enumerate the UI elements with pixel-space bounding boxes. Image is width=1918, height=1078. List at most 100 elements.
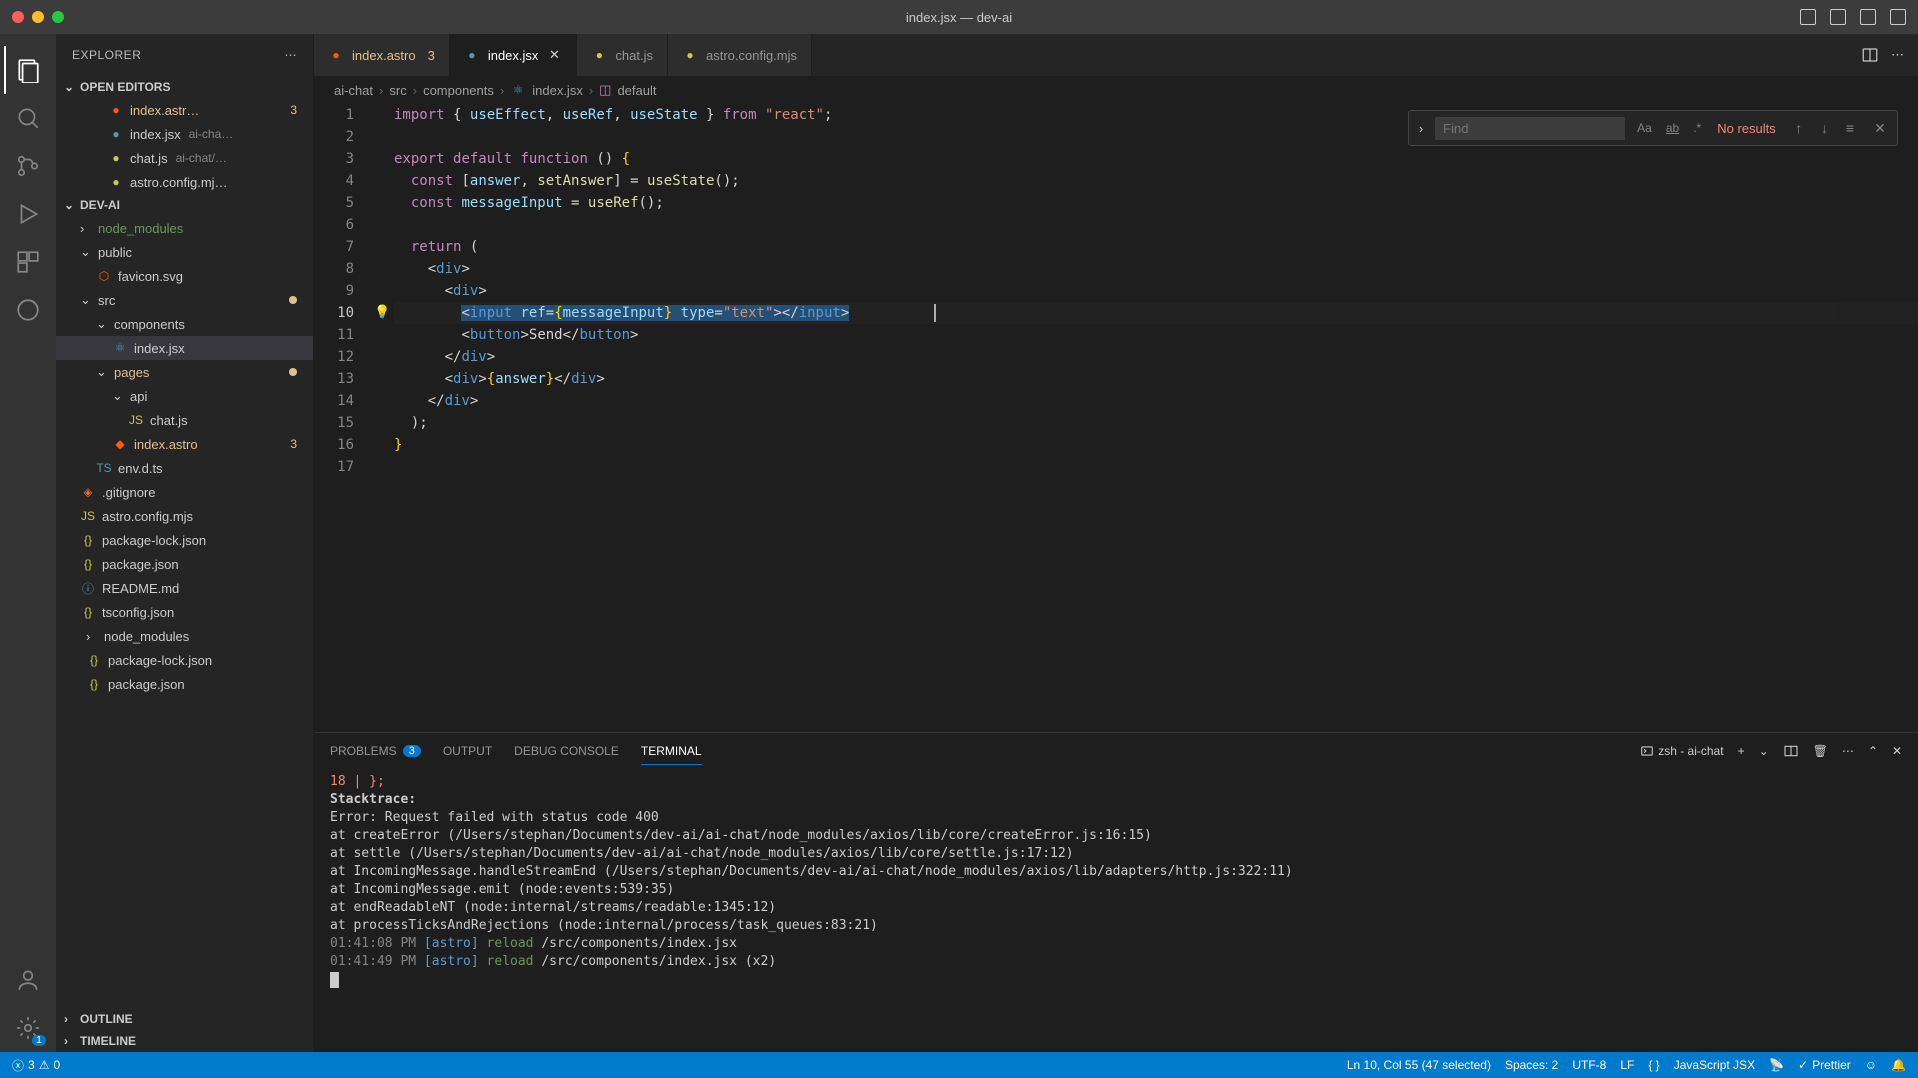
file-item[interactable]: ⬡favicon.svg [56,264,313,288]
file-item[interactable]: {}tsconfig.json [56,600,313,624]
open-editor-item[interactable]: ●astro.config.mj… [56,170,313,194]
project-header[interactable]: ⌄ DEV-AI [56,194,313,216]
find-next-icon[interactable]: ↓ [1813,117,1835,139]
file-item[interactable]: {}package-lock.json [56,648,313,672]
status-go-live[interactable]: 📡 [1769,1058,1784,1072]
code-line[interactable]: </div> [394,390,1918,412]
line-number[interactable]: 16 [314,434,354,456]
minimap[interactable] [1838,104,1918,732]
code-content[interactable]: import { useEffect, useRef, useState } f… [394,104,1918,732]
code-line[interactable] [394,456,1918,478]
toggle-panel-bottom-icon[interactable] [1830,9,1846,25]
folder-item[interactable]: ›node_modules [56,624,313,648]
breadcrumb[interactable]: ai-chat› src› components› ⚛ index.jsx› ◫… [314,76,1918,104]
status-errors[interactable]: ⓧ 3 ⚠ 0 [12,1057,60,1074]
maximize-window-icon[interactable] [52,11,64,23]
file-item[interactable]: ⓘREADME.md [56,576,313,600]
line-number[interactable]: 4 [314,170,354,192]
status-spaces[interactable]: Spaces: 2 [1505,1058,1558,1072]
file-item[interactable]: ◈.gitignore [56,480,313,504]
status-bracket[interactable]: { } [1648,1058,1659,1072]
folder-item[interactable]: ⌄components [56,312,313,336]
file-item[interactable]: TSenv.d.ts [56,456,313,480]
line-number[interactable]: 5 [314,192,354,214]
explorer-more-icon[interactable]: ⋯ [285,48,298,62]
timeline-header[interactable]: › TIMELINE [56,1030,313,1052]
editor-tab[interactable]: ●index.astro3 [314,34,450,76]
open-editor-item[interactable]: ●chat.jsai-chat/… [56,146,313,170]
line-number[interactable]: 10 [314,302,354,324]
breadcrumb-item[interactable]: default [617,83,656,98]
maximize-panel-icon[interactable]: ⌃ [1868,744,1878,758]
tab-output[interactable]: OUTPUT [443,738,492,764]
code-line[interactable]: const messageInput = useRef(); [394,192,1918,214]
line-number[interactable]: 6 [314,214,354,236]
tab-problems[interactable]: PROBLEMS 3 [330,738,421,764]
line-number[interactable]: 1 [314,104,354,126]
editor-tab[interactable]: ●astro.config.mjs [668,34,812,76]
terminal-output[interactable]: 18 | }; Stacktrace:Error: Request failed… [314,769,1918,1052]
line-number[interactable]: 3 [314,148,354,170]
panel-more-icon[interactable]: ⋯ [1842,744,1854,758]
file-item[interactable]: JSastro.config.mjs [56,504,313,528]
folder-item[interactable]: ⌄src [56,288,313,312]
line-number[interactable]: 7 [314,236,354,258]
file-item[interactable]: ◆index.astro3 [56,432,313,456]
code-line[interactable]: <div> [394,280,1918,302]
status-bell-icon[interactable]: 🔔 [1891,1058,1906,1072]
terminal-launch-icon[interactable]: zsh - ai-chat [1640,744,1723,758]
status-prettier[interactable]: ✓ Prettier [1798,1058,1851,1072]
status-language[interactable]: JavaScript JSX [1674,1058,1755,1072]
find-input[interactable] [1435,117,1625,140]
breadcrumb-item[interactable]: ai-chat [334,83,373,98]
line-number[interactable]: 11 [314,324,354,346]
tab-terminal[interactable]: TERMINAL [641,738,702,765]
activity-source-control[interactable] [4,142,52,190]
breadcrumb-item[interactable]: src [389,83,406,98]
find-expand-icon[interactable]: › [1415,121,1427,136]
line-number[interactable]: 12 [314,346,354,368]
code-line[interactable]: ); [394,412,1918,434]
folder-item[interactable]: ⌄api [56,384,313,408]
customize-layout-icon[interactable] [1890,9,1906,25]
status-feedback-icon[interactable]: ☺ [1865,1058,1877,1072]
folder-item[interactable]: ⌄pages [56,360,313,384]
regex-icon[interactable]: .* [1689,119,1705,137]
folder-item[interactable]: ⌄public [56,240,313,264]
open-editor-item[interactable]: ✕●index.jsxai-cha… [56,122,313,146]
code-line[interactable]: <button>Send</button> [394,324,1918,346]
activity-settings[interactable]: 1 [4,1004,52,1052]
toggle-panel-right-icon[interactable] [1860,9,1876,25]
breadcrumb-item[interactable]: components [423,83,494,98]
split-terminal-icon[interactable] [1783,743,1799,759]
match-whole-word-icon[interactable]: ab [1662,119,1683,137]
close-panel-icon[interactable]: ✕ [1892,744,1902,758]
editor-tab[interactable]: ●index.jsx✕ [450,34,578,76]
code-line[interactable]: <div>{answer}</div> [394,368,1918,390]
activity-account[interactable] [4,956,52,1004]
code-line[interactable]: <div> [394,258,1918,280]
status-eol[interactable]: LF [1620,1058,1634,1072]
outline-header[interactable]: › OUTLINE [56,1008,313,1030]
close-window-icon[interactable] [12,11,24,23]
status-cursor[interactable]: Ln 10, Col 55 (47 selected) [1347,1058,1491,1072]
code-line[interactable]: const [answer, setAnswer] = useState(); [394,170,1918,192]
code-line[interactable]: } [394,434,1918,456]
code-line[interactable] [394,214,1918,236]
code-editor[interactable]: › Aa ab .* No results ↑ ↓ ≡ ✕ [314,104,1918,732]
new-terminal-icon[interactable]: + [1738,744,1745,758]
lightbulb-icon[interactable]: 💡 [374,302,394,324]
file-item[interactable]: JSchat.js [56,408,313,432]
find-close-icon[interactable]: ✕ [1869,117,1891,139]
activity-run-debug[interactable] [4,190,52,238]
activity-extensions[interactable] [4,238,52,286]
file-item[interactable]: {}package-lock.json [56,528,313,552]
folder-item[interactable]: ›node_modules [56,216,313,240]
breadcrumb-item[interactable]: index.jsx [532,83,583,98]
activity-explorer[interactable] [4,46,52,94]
open-editor-item[interactable]: ●index.astr…3 [56,98,313,122]
line-number-gutter[interactable]: 1234567891011121314151617 [314,104,374,732]
code-line[interactable]: <input ref={messageInput} type="text"></… [394,302,1918,324]
window-controls[interactable] [12,11,64,23]
find-selection-icon[interactable]: ≡ [1839,117,1861,139]
